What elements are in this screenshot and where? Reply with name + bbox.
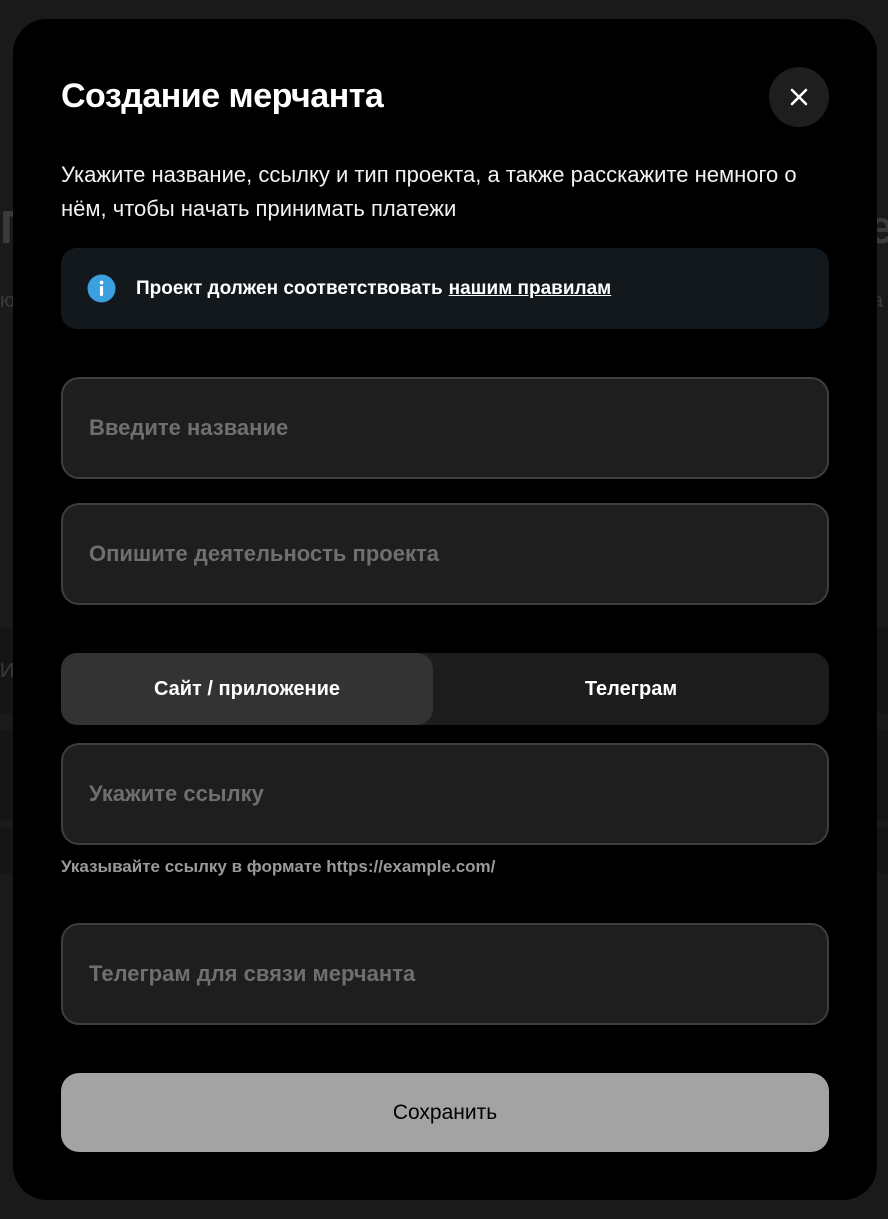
notice-label: Проект должен соответствовать (136, 277, 443, 299)
rules-link[interactable]: нашим правилам (449, 278, 612, 299)
save-button[interactable]: Сохранить (61, 1073, 829, 1152)
notice-text: Проект должен соответствовать нашим прави… (136, 278, 611, 300)
telegram-contact-input[interactable] (63, 925, 827, 1023)
description-input[interactable] (63, 505, 827, 603)
link-input[interactable] (63, 745, 827, 843)
tab-telegram[interactable]: Телеграм (433, 653, 829, 725)
modal-title: Создание мерчанта (61, 77, 384, 115)
link-format-hint: Указывайте ссылку в формате https://exam… (61, 857, 496, 876)
create-merchant-modal: Создание мерчанта Укажите название, ссыл… (13, 19, 877, 1200)
modal-subtitle: Укажите название, ссылку и тип проекта, … (61, 162, 797, 221)
tab-site-app[interactable]: Сайт / приложение (61, 653, 433, 725)
close-button[interactable] (769, 67, 829, 127)
info-icon (87, 274, 116, 303)
link-field[interactable] (61, 743, 829, 845)
close-icon (789, 87, 809, 107)
telegram-contact-field[interactable] (61, 923, 829, 1025)
name-input[interactable] (63, 379, 827, 477)
name-field[interactable] (61, 377, 829, 479)
project-type-toggle: Сайт / приложение Телеграм (61, 653, 829, 725)
rules-notice: Проект должен соответствовать нашим прави… (61, 248, 829, 329)
description-field[interactable] (61, 503, 829, 605)
